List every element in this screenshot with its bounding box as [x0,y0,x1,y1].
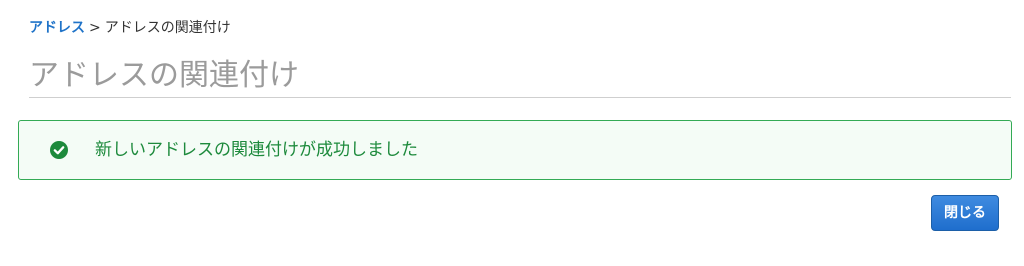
breadcrumb-link-addresses[interactable]: アドレス [29,20,85,36]
page-title: アドレスの関連付け [29,58,299,93]
title-divider [29,97,1011,98]
page: アドレス > アドレスの関連付け アドレスの関連付け 新しいアドレスの関連付けが成功… [0,0,1024,266]
breadcrumb: アドレス > アドレスの関連付け [29,19,231,37]
alert-message: 新しいアドレスの関連付けが成功しました [95,140,418,160]
success-alert: 新しいアドレスの関連付けが成功しました [18,120,1012,180]
close-button[interactable]: 閉じる [931,195,999,231]
check-circle-icon [50,141,68,159]
breadcrumb-separator: > [89,20,101,36]
breadcrumb-current: アドレスの関連付け [104,20,231,36]
